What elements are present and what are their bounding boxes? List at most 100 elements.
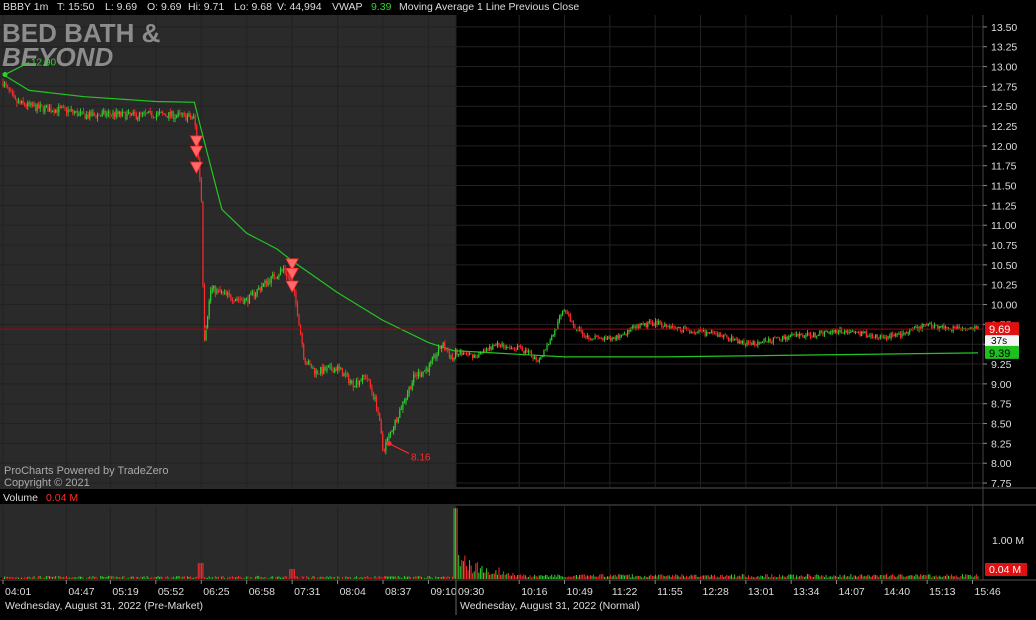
candle-body: [17, 101, 20, 104]
candle-body: [819, 330, 821, 335]
candle-body: [298, 315, 300, 326]
candle-body: [230, 294, 232, 300]
candle-body: [154, 117, 156, 118]
candle-body: [763, 339, 765, 342]
candle-body: [865, 331, 867, 338]
candle-body: [713, 332, 716, 334]
candle-body: [957, 327, 959, 329]
candle-body: [67, 109, 69, 113]
candle-body: [468, 353, 471, 356]
candle-body: [360, 380, 362, 382]
vwap-value: 9.39: [989, 348, 1010, 360]
candle-body: [571, 321, 573, 323]
candle-body: [2, 82, 4, 87]
candle-body: [318, 373, 320, 375]
header-symbol[interactable]: BBBY 1m: [3, 1, 49, 13]
candle-body: [465, 353, 468, 355]
candle-body: [363, 374, 365, 377]
candle-body: [95, 115, 97, 118]
x-tick-label: 14:40: [884, 586, 910, 598]
candle-body: [138, 112, 140, 118]
candle-body: [78, 112, 80, 116]
y-tick-label: 8.75: [991, 399, 1012, 411]
candle-body: [296, 303, 299, 316]
candle-body: [5, 83, 7, 86]
candle-body: [100, 115, 102, 117]
candle-body: [524, 349, 526, 354]
header-volume: V: 44,994: [277, 1, 322, 13]
candle-body: [362, 374, 364, 381]
candle-body: [678, 326, 680, 328]
candle-body: [70, 109, 72, 111]
candle-body: [36, 103, 38, 112]
candle-body: [538, 359, 540, 362]
x-tick-label: 09:10: [430, 586, 456, 598]
candle-body: [222, 291, 224, 293]
candle-body: [282, 268, 285, 270]
candle-body: [481, 351, 483, 353]
candle-body: [256, 289, 258, 294]
candle-body: [64, 106, 66, 109]
candle-body: [941, 325, 943, 327]
candle-body: [84, 113, 86, 120]
candle-body: [132, 112, 134, 114]
candle-body: [16, 99, 18, 104]
candle-body: [619, 335, 621, 338]
candle-body: [569, 314, 571, 322]
candle-body: [729, 340, 731, 342]
candle-body: [817, 334, 819, 336]
candle-body: [907, 332, 909, 334]
candle-body: [331, 365, 333, 370]
candle-body: [135, 113, 137, 120]
candle-body: [606, 338, 609, 340]
candle-body: [709, 332, 711, 334]
header-indicators[interactable]: Moving Average 1 Line Previous Close: [399, 1, 579, 13]
candle-body: [7, 85, 9, 88]
candle-body: [653, 325, 655, 326]
candle-body: [327, 366, 330, 368]
candle-body: [890, 333, 892, 339]
candle-body: [517, 346, 519, 350]
candle-body: [830, 332, 832, 334]
candle-body: [126, 113, 128, 120]
candle-body: [180, 113, 182, 115]
candle-body: [867, 336, 869, 338]
candle-body: [393, 427, 395, 432]
candle-body: [851, 330, 853, 332]
candle-body: [250, 292, 252, 295]
candle-body: [661, 322, 663, 327]
candle-body: [405, 397, 407, 402]
candle-body: [437, 346, 440, 355]
candle-body: [896, 333, 898, 335]
candle-body: [940, 326, 942, 328]
candle-body: [143, 112, 145, 114]
candle-body: [231, 299, 233, 301]
candle-body: [145, 112, 147, 114]
chart-canvas[interactable]: BED BATH & BEYOND ProCharts Powered by T…: [0, 0, 1036, 620]
candle-body: [875, 334, 877, 338]
candle-body: [262, 283, 264, 287]
candle-body: [772, 337, 774, 343]
candle-body: [591, 338, 593, 340]
candle-body: [269, 280, 271, 284]
low-label: 8.16: [411, 453, 431, 464]
volume-value: 0.04 M: [46, 492, 78, 504]
candle-body: [757, 341, 759, 346]
candle-body: [630, 329, 632, 332]
header-vwap-label[interactable]: VWAP: [332, 1, 363, 13]
candle-body: [540, 357, 542, 360]
candle-body: [462, 353, 464, 355]
candle-body: [343, 373, 345, 377]
candle-body: [799, 333, 801, 337]
candle-body: [690, 332, 692, 334]
candle-body: [186, 116, 189, 121]
candle-body: [65, 108, 68, 113]
candle-body: [548, 344, 550, 346]
candle-body: [458, 354, 460, 356]
candle-body: [352, 381, 354, 388]
x-tick-label: 10:49: [567, 586, 593, 598]
candle-body: [582, 331, 584, 336]
candle-body: [169, 112, 171, 116]
candle-body: [422, 371, 424, 375]
candle-body: [537, 360, 539, 362]
